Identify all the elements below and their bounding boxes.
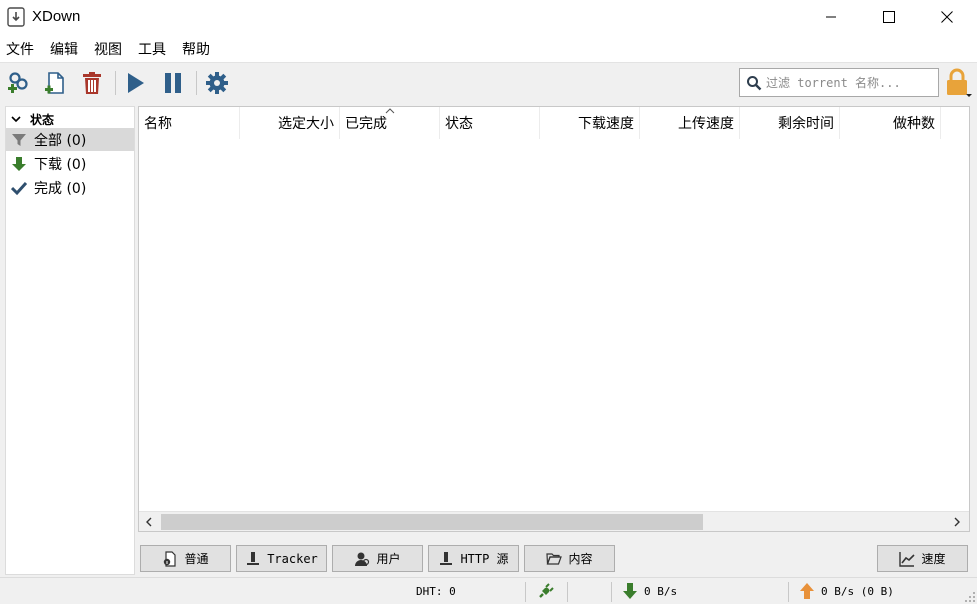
toolbar	[0, 62, 977, 102]
column-header-download-speed[interactable]: 下载速度	[540, 107, 640, 139]
toolbar-separator	[196, 71, 197, 95]
sidebar-item-downloading[interactable]: 下载 (0)	[6, 152, 134, 175]
line-chart-icon	[899, 551, 916, 567]
table-body[interactable]	[139, 139, 969, 511]
status-sidebar: 状态 全部 (0) 下载 (0) 完成 (0)	[5, 106, 135, 575]
add-link-button[interactable]	[4, 67, 34, 99]
title-bar: XDown	[0, 0, 977, 36]
column-header-upload-speed[interactable]: 上传速度	[640, 107, 740, 139]
statusbar-separator	[788, 582, 789, 602]
close-icon	[941, 11, 953, 23]
status-group-header[interactable]: 状态	[6, 109, 134, 129]
search-input[interactable]	[766, 75, 926, 90]
torrent-table: 名称 选定大小 已完成 状态 下载速度 上传速度 剩余时间 做种数	[138, 106, 970, 532]
sort-ascending-icon	[385, 108, 395, 114]
folder-open-icon	[546, 551, 563, 567]
search-box	[739, 68, 939, 97]
pause-icon	[165, 73, 181, 93]
column-header-name[interactable]: 名称	[139, 107, 240, 139]
download-arrow-icon	[10, 155, 28, 173]
connection-plug-icon[interactable]	[537, 582, 555, 600]
start-icon	[128, 73, 144, 93]
chevron-left-icon	[146, 517, 152, 527]
add-link-icon	[8, 72, 28, 93]
add-torrent-file-button[interactable]	[40, 67, 70, 99]
delete-button[interactable]	[77, 67, 107, 99]
menu-file[interactable]: 文件	[6, 39, 34, 59]
window-title: XDown	[32, 8, 81, 25]
tab-http-sources[interactable]: HTTP 源	[428, 545, 519, 572]
tab-speed[interactable]: 速度	[877, 545, 968, 572]
statusbar-separator	[525, 582, 526, 602]
column-header-status[interactable]: 状态	[440, 107, 540, 139]
upload-speed-value: 0 B/s (0 B)	[821, 585, 894, 598]
download-speed-value: 0 B/s	[644, 585, 678, 598]
scrollbar-thumb[interactable]	[161, 514, 703, 530]
http-source-icon	[438, 551, 454, 567]
sidebar-item-all[interactable]: 全部 (0)	[6, 128, 134, 151]
search-icon	[747, 75, 762, 90]
sidebar-item-label: 下载 (0)	[34, 156, 87, 173]
minimize-button[interactable]	[808, 0, 854, 34]
tab-peers[interactable]: 用户	[332, 545, 423, 572]
maximize-button[interactable]	[866, 0, 912, 34]
user-icon	[354, 551, 370, 567]
sidebar-item-label: 完成 (0)	[34, 180, 87, 197]
filter-icon	[10, 131, 28, 149]
scroll-left-button[interactable]	[139, 512, 159, 532]
lock-icon	[947, 68, 972, 97]
sidebar-item-label: 全部 (0)	[34, 132, 87, 149]
menu-help[interactable]: 帮助	[182, 39, 210, 59]
upload-speed-icon	[800, 583, 814, 599]
tab-general[interactable]: 普通	[140, 545, 231, 572]
download-speed-icon	[623, 583, 637, 599]
chevron-right-icon	[954, 517, 960, 527]
maximize-icon	[883, 11, 895, 23]
statusbar-separator	[567, 582, 568, 602]
resize-grip-icon[interactable]	[965, 592, 975, 602]
sidebar-item-completed[interactable]: 完成 (0)	[6, 176, 134, 199]
column-header-selected-size[interactable]: 选定大小	[240, 107, 340, 139]
status-group-label: 状态	[30, 112, 55, 127]
pause-button[interactable]	[158, 67, 188, 99]
add-torrent-file-icon	[45, 72, 64, 94]
close-button[interactable]	[924, 0, 970, 34]
chevron-down-icon	[11, 116, 21, 123]
statusbar-separator	[611, 582, 612, 602]
horizontal-scrollbar[interactable]	[139, 511, 969, 531]
column-header-remaining-time[interactable]: 剩余时间	[740, 107, 840, 139]
checkmark-icon	[10, 179, 28, 197]
toolbar-separator	[115, 71, 116, 95]
table-header: 名称 选定大小 已完成 状态 下载速度 上传速度 剩余时间 做种数	[139, 107, 969, 139]
tab-content[interactable]: 内容	[524, 545, 615, 572]
lock-button[interactable]	[944, 67, 974, 99]
menu-edit[interactable]: 编辑	[50, 39, 78, 59]
app-logo-icon	[7, 7, 25, 27]
menu-tools[interactable]: 工具	[138, 39, 166, 59]
scroll-right-button[interactable]	[947, 512, 967, 532]
dht-count: DHT: 0	[416, 585, 456, 598]
settings-button[interactable]	[202, 67, 232, 99]
settings-icon	[206, 72, 228, 94]
column-header-seeds[interactable]: 做种数	[840, 107, 941, 139]
menu-bar: 文件 编辑 视图 工具 帮助	[0, 36, 977, 62]
delete-icon	[83, 72, 101, 94]
status-bar: DHT: 0 0 B/s 0 B/s (0 B)	[0, 577, 977, 604]
minimize-icon	[826, 16, 836, 18]
menu-view[interactable]: 视图	[94, 39, 122, 59]
tracker-icon	[245, 551, 261, 567]
info-document-icon	[162, 550, 178, 567]
tab-tracker[interactable]: Tracker	[236, 545, 327, 572]
start-button[interactable]	[120, 67, 150, 99]
